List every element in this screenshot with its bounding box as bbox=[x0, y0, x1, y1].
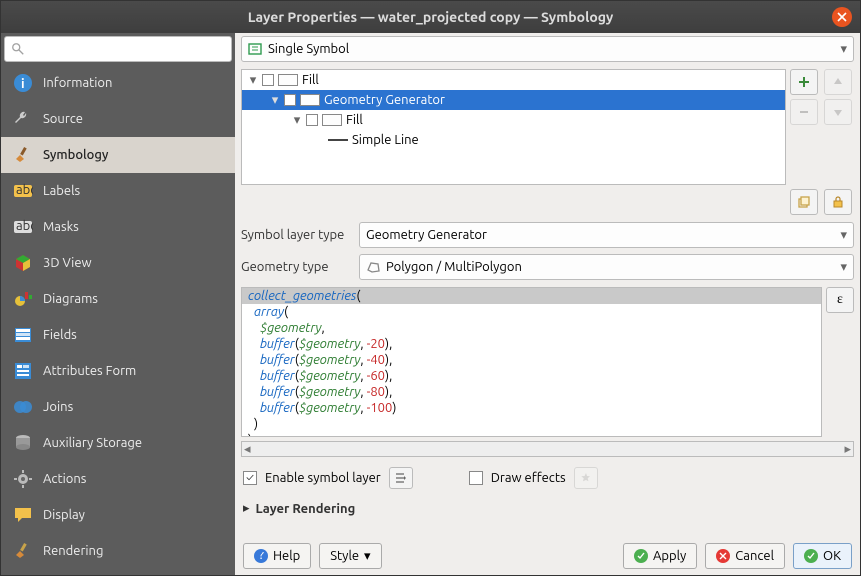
chevron-down-icon: ▾ bbox=[840, 42, 847, 57]
join-icon bbox=[13, 397, 33, 417]
titlebar: Layer Properties — water_projected copy … bbox=[1, 1, 860, 33]
symbol-swatch bbox=[278, 74, 298, 86]
help-button[interactable]: ? Help bbox=[243, 543, 311, 569]
close-icon[interactable] bbox=[832, 7, 852, 27]
search-input[interactable] bbox=[4, 36, 232, 62]
move-down-button[interactable] bbox=[824, 99, 852, 125]
sidebar-item-fields[interactable]: Fields bbox=[1, 317, 235, 353]
sidebar-item-actions[interactable]: Actions bbox=[1, 461, 235, 497]
svg-text:abc: abc bbox=[16, 219, 33, 233]
speech-icon bbox=[13, 505, 33, 525]
symbol-type-combo[interactable]: Single Symbol ▾ bbox=[241, 36, 854, 62]
layer-rendering-section[interactable]: ▸ Layer Rendering bbox=[235, 495, 860, 522]
info-icon: i bbox=[13, 73, 33, 93]
brush2-icon bbox=[13, 541, 33, 561]
visibility-checkbox[interactable] bbox=[284, 94, 296, 106]
duplicate-layer-button[interactable] bbox=[790, 189, 818, 215]
sidebar-item-diagrams[interactable]: Diagrams bbox=[1, 281, 235, 317]
cube-icon bbox=[13, 253, 33, 273]
svg-text:i: i bbox=[21, 77, 25, 91]
geometry-type-label: Geometry type bbox=[241, 260, 351, 274]
polygon-icon bbox=[366, 260, 382, 274]
enable-symbol-layer-label: Enable symbol layer bbox=[265, 471, 381, 485]
draw-effects-label: Draw effects bbox=[491, 471, 566, 485]
search-icon bbox=[11, 42, 25, 56]
apply-button[interactable]: Apply bbox=[623, 543, 697, 569]
data-defined-enable-button[interactable] bbox=[389, 467, 413, 489]
abc-y-icon: abc bbox=[13, 181, 33, 201]
add-layer-button[interactable] bbox=[790, 69, 818, 95]
svg-text:abc: abc bbox=[16, 183, 33, 197]
visibility-checkbox[interactable] bbox=[262, 74, 274, 86]
symbol-swatch bbox=[322, 114, 342, 126]
horizontal-scrollbar[interactable]: ◂▸ bbox=[241, 441, 854, 457]
tree-row-simple-line[interactable]: Simple Line bbox=[242, 130, 785, 150]
dia-icon bbox=[13, 289, 33, 309]
sidebar-item-auxiliary-storage[interactable]: Auxiliary Storage bbox=[1, 425, 235, 461]
effects-options-button[interactable] bbox=[574, 467, 598, 489]
lock-layer-button[interactable] bbox=[824, 189, 852, 215]
chevron-down-icon: ▾ bbox=[840, 260, 847, 275]
tree-row-fill[interactable]: ▾Fill bbox=[242, 110, 785, 130]
brush-icon bbox=[13, 145, 33, 165]
symbol-type-label: Single Symbol bbox=[268, 42, 349, 56]
fields-icon bbox=[13, 325, 33, 345]
draw-effects-checkbox[interactable] bbox=[469, 471, 483, 485]
sidebar-item-source[interactable]: Source bbox=[1, 101, 235, 137]
main-panel: Single Symbol ▾ ▾Fill▾Geometry Generator… bbox=[235, 33, 860, 575]
enable-symbol-layer-checkbox[interactable] bbox=[243, 471, 257, 485]
chevron-down-icon: ▾ bbox=[840, 228, 847, 243]
sidebar-item-3d-view[interactable]: 3D View bbox=[1, 245, 235, 281]
tree-row-fill[interactable]: ▾Fill bbox=[242, 70, 785, 90]
symbol-layer-type-combo[interactable]: Geometry Generator ▾ bbox=[359, 222, 854, 248]
expand-icon: ▸ bbox=[243, 501, 250, 516]
wrench-icon bbox=[13, 109, 33, 129]
gear-icon bbox=[13, 469, 33, 489]
style-button[interactable]: Style ▾ bbox=[319, 543, 381, 569]
sidebar-item-symbology[interactable]: Symbology bbox=[1, 137, 235, 173]
move-up-button[interactable] bbox=[824, 69, 852, 95]
form-icon bbox=[13, 361, 33, 381]
sidebar-item-display[interactable]: Display bbox=[1, 497, 235, 533]
visibility-checkbox[interactable] bbox=[306, 114, 318, 126]
single-symbol-icon bbox=[248, 42, 264, 56]
sidebar-item-masks[interactable]: abcMasks bbox=[1, 209, 235, 245]
db-icon bbox=[13, 433, 33, 453]
sidebar-item-joins[interactable]: Joins bbox=[1, 389, 235, 425]
chevron-down-icon: ▾ bbox=[364, 549, 371, 564]
sidebar-item-labels[interactable]: abcLabels bbox=[1, 173, 235, 209]
sidebar-item-information[interactable]: iInformation bbox=[1, 65, 235, 101]
expression-dialog-button[interactable]: ε bbox=[826, 287, 854, 313]
sidebar-item-attributes-form[interactable]: Attributes Form bbox=[1, 353, 235, 389]
abc-g-icon: abc bbox=[13, 217, 33, 237]
svg-text:?: ? bbox=[259, 552, 264, 560]
window-title: Layer Properties — water_projected copy … bbox=[248, 9, 614, 25]
tree-row-geometry-generator[interactable]: ▾Geometry Generator bbox=[242, 90, 785, 110]
symbol-swatch bbox=[300, 94, 320, 106]
symbol-layer-type-label: Symbol layer type bbox=[241, 228, 351, 242]
geometry-type-combo[interactable]: Polygon / MultiPolygon ▾ bbox=[359, 254, 854, 280]
symbol-tree[interactable]: ▾Fill▾Geometry Generator▾FillSimple Line bbox=[241, 69, 786, 185]
remove-layer-button[interactable] bbox=[790, 99, 818, 125]
sidebar-item-rendering[interactable]: Rendering bbox=[1, 533, 235, 569]
expression-editor[interactable]: collect_geometries( array( $geometry, bu… bbox=[241, 287, 822, 437]
sidebar: iInformationSourceSymbologyabcLabelsabcM… bbox=[1, 33, 235, 575]
ok-button[interactable]: OK bbox=[793, 543, 852, 569]
cancel-button[interactable]: Cancel bbox=[705, 543, 785, 569]
symbol-swatch bbox=[328, 139, 348, 141]
